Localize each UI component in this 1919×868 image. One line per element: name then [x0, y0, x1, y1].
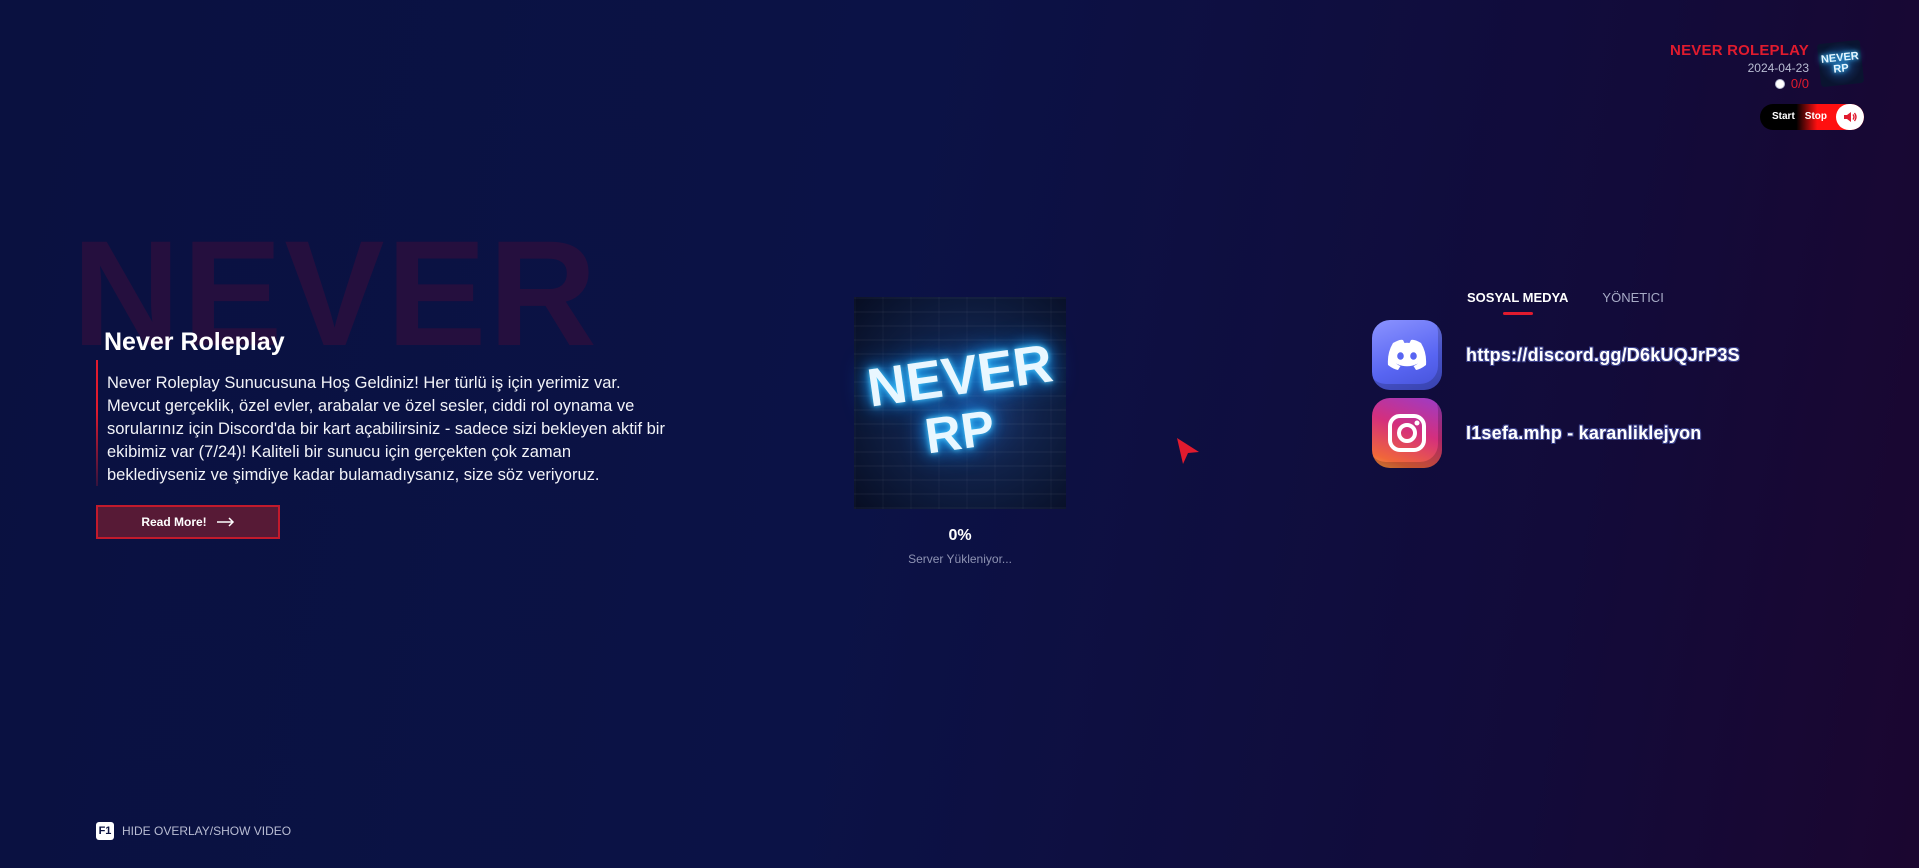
volume-icon	[1843, 112, 1857, 122]
volume-button[interactable]	[1836, 104, 1864, 130]
overlay-hint-text: HIDE OVERLAY/SHOW VIDEO	[122, 824, 292, 838]
hero-accent-bar	[96, 360, 98, 486]
instagram-link-text: I1sefa.mhp - karanliklejyon	[1466, 422, 1702, 443]
f1-key[interactable]: F1	[96, 822, 114, 840]
server-logo-line2: RP	[1832, 61, 1850, 76]
server-name: NEVER ROLEPLAY	[1670, 42, 1809, 59]
music-controls: Start Stop	[1759, 104, 1864, 130]
discord-link[interactable]: https://discord.gg/D6kUQJrP3S	[1372, 320, 1740, 390]
discord-link-text: https://discord.gg/D6kUQJrP3S	[1466, 344, 1740, 365]
center-logo: NEVER RP	[854, 297, 1066, 509]
player-count-value: 0/0	[1790, 76, 1809, 91]
arrow-right-icon	[216, 517, 234, 527]
discord-icon	[1372, 320, 1442, 390]
center-logo-line2: RP	[921, 399, 999, 465]
social-tabs: SOSYAL MEDYA YÖNETICI	[1467, 290, 1664, 315]
server-info: NEVER ROLEPLAY 2024-04-23 0/0	[1670, 42, 1809, 91]
music-start-button[interactable]: Start	[1760, 104, 1800, 130]
loading-progress: 0%	[948, 527, 972, 544]
tab-sosyal-medya[interactable]: SOSYAL MEDYA	[1467, 290, 1568, 315]
server-date: 2024-04-23	[1747, 61, 1809, 75]
player-count: 0/0	[1670, 76, 1809, 91]
tab-yonetici[interactable]: YÖNETICI	[1602, 290, 1663, 315]
hero-title: Never Roleplay	[104, 328, 285, 356]
player-icon	[1774, 78, 1785, 89]
overlay-hint: F1 HIDE OVERLAY/SHOW VIDEO	[96, 822, 291, 840]
loading-status: Server Yükleniyor...	[908, 552, 1012, 566]
cursor-icon	[1177, 438, 1199, 464]
read-more-label: Read More!	[141, 515, 207, 529]
server-logo: NEVER RP	[1816, 39, 1865, 88]
music-stop-button[interactable]: Stop	[1800, 104, 1832, 130]
hero-description: Never Roleplay Sunucusuna Hoş Geldiniz! …	[107, 374, 665, 484]
instagram-icon	[1372, 398, 1442, 468]
instagram-link[interactable]: I1sefa.mhp - karanliklejyon	[1372, 398, 1702, 468]
read-more-button[interactable]: Read More!	[96, 505, 280, 539]
